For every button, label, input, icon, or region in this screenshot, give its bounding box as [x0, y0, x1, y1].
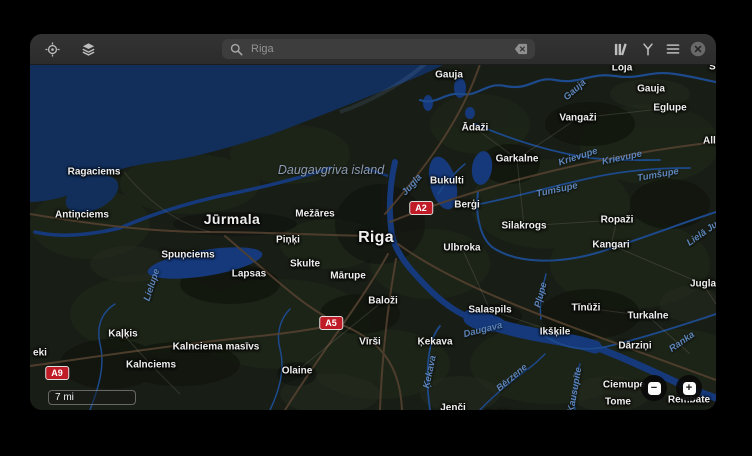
locate-icon[interactable] [44, 41, 60, 57]
zoom-out-button[interactable]: − [641, 375, 667, 401]
bookmarks-icon[interactable] [612, 41, 628, 57]
map-scale-bar: 7 mi [48, 390, 136, 405]
map-scale-label: 7 mi [55, 392, 74, 403]
route-icon[interactable] [640, 41, 656, 57]
search-icon [230, 43, 243, 56]
menu-icon[interactable] [665, 41, 681, 57]
zoom-in-button[interactable]: + [676, 375, 702, 401]
maps-app-window: GaujaLojaSiGaujaEglupeVangažiĀdažiAllaži… [30, 34, 716, 410]
plus-icon: + [682, 381, 696, 395]
search-field[interactable] [222, 39, 535, 59]
map-canvas[interactable]: GaujaLojaSiGaujaEglupeVangažiĀdažiAllaži… [30, 64, 716, 410]
layers-icon[interactable] [80, 41, 96, 57]
search-input[interactable] [249, 42, 510, 56]
close-icon[interactable] [690, 41, 706, 57]
minus-icon: − [647, 381, 661, 395]
header-bar [30, 34, 716, 65]
clear-icon[interactable] [514, 43, 528, 55]
map-graphics [30, 64, 716, 410]
